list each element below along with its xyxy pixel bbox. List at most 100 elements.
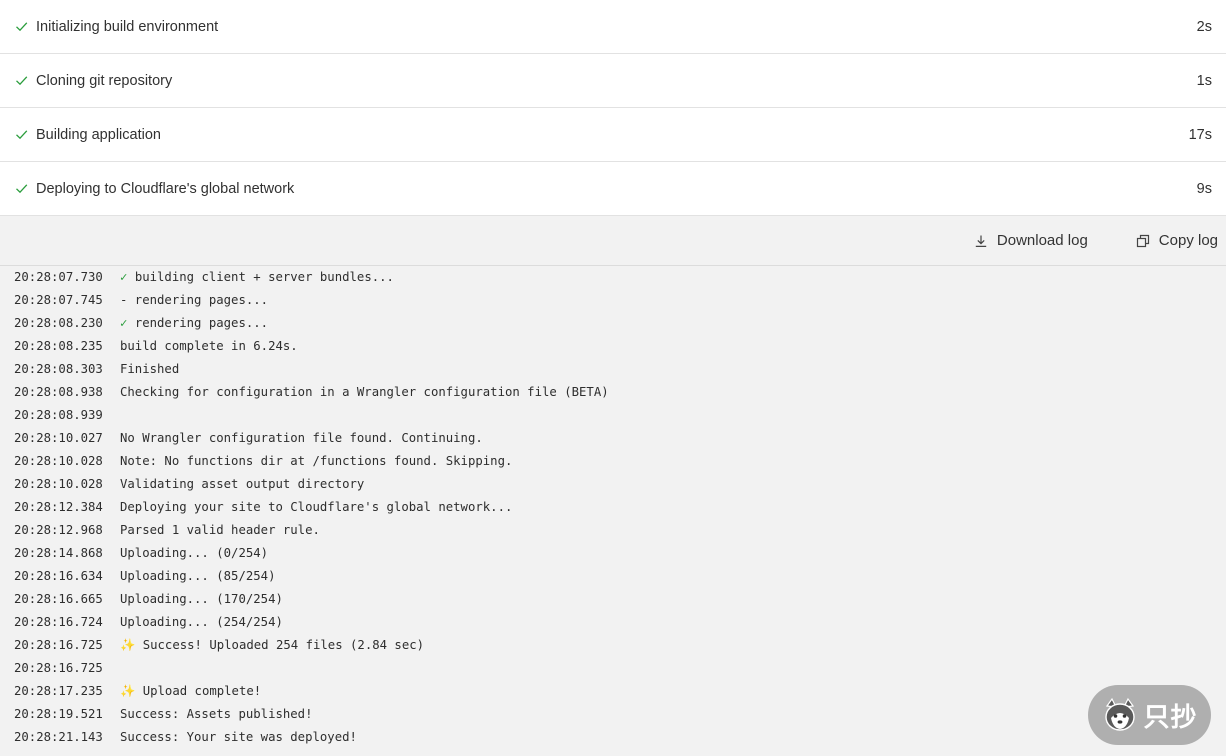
log-message-text: Finished — [120, 362, 180, 376]
log-message: Deploying your site to Cloudflare's glob… — [120, 496, 512, 519]
check-icon — [16, 130, 28, 140]
log-message-text: Success: Your site was deployed! — [120, 730, 357, 744]
log-lines: 20:28:07.730 ✓ building client + server b… — [0, 266, 1226, 749]
check-icon — [16, 22, 28, 32]
build-step-label: Building application — [36, 126, 161, 143]
log-line: 20:28:19.521 Success: Assets published! — [0, 703, 1226, 726]
check-icon — [16, 184, 28, 194]
build-step[interactable]: Building application 17s — [0, 108, 1226, 162]
build-steps-list: Initializing build environment 2s Clonin… — [0, 0, 1226, 216]
log-timestamp: 20:28:16.725 — [14, 661, 103, 675]
log-line: 20:28:08.938 Checking for configuration i… — [0, 381, 1226, 404]
build-step-duration: 2s — [1196, 18, 1212, 35]
log-message-text: building client + server bundles... — [134, 270, 394, 284]
build-step-duration: 1s — [1196, 72, 1212, 89]
log-message: - rendering pages... — [120, 289, 268, 312]
log-timestamp: 20:28:10.027 — [14, 431, 103, 445]
log-line: 20:28:10.028 Validating asset output dire… — [0, 473, 1226, 496]
log-line: 20:28:08.939 — [0, 404, 1226, 427]
log-message: ✓ rendering pages... — [120, 312, 268, 335]
copy-icon — [1136, 234, 1149, 247]
log-line: 20:28:10.027 No Wrangler configuration fi… — [0, 427, 1226, 450]
log-timestamp: 20:28:16.724 — [14, 615, 103, 629]
build-step[interactable]: Initializing build environment 2s — [0, 0, 1226, 54]
log-check-icon: ✓ — [120, 316, 135, 330]
log-check-icon: ✓ — [120, 270, 135, 284]
copy-log-button[interactable]: Copy log — [1136, 232, 1218, 249]
watermark-badge: 只抄 — [1088, 685, 1211, 745]
log-line: 20:28:17.235 ✨ Upload complete! — [0, 680, 1226, 703]
build-step[interactable]: Deploying to Cloudflare's global network… — [0, 162, 1226, 216]
log-timestamp: 20:28:08.939 — [14, 408, 103, 422]
log-message: build complete in 6.24s. — [120, 335, 298, 358]
watermark-text: 只抄 — [1143, 702, 1198, 733]
log-line: 20:28:10.028 Note: No functions dir at /f… — [0, 450, 1226, 473]
log-line: 20:28:16.725 ✨ Success! Uploaded 254 file… — [0, 634, 1226, 657]
log-timestamp: 20:28:08.230 — [14, 316, 103, 330]
log-line: 20:28:08.235 build complete in 6.24s. — [0, 335, 1226, 358]
log-message-text: Uploading... (0/254) — [120, 546, 269, 560]
log-timestamp: 20:28:07.745 — [14, 293, 103, 307]
log-message: Finished — [120, 358, 179, 381]
log-message-text: Success! Uploaded 254 files (2.84 sec) — [142, 638, 425, 652]
log-message-text: Uploading... (85/254) — [120, 569, 276, 583]
log-panel: Download log Copy log 20:28:07.730 ✓ buil… — [0, 216, 1226, 756]
log-message-text: Upload complete! — [142, 684, 262, 698]
check-icon — [16, 76, 28, 86]
download-icon — [975, 235, 987, 247]
log-timestamp: 20:28:08.303 — [14, 362, 103, 376]
log-message-text: Uploading... (254/254) — [120, 615, 283, 629]
log-message: ✨ Upload complete! — [120, 680, 261, 703]
log-line: 20:28:12.384 Deploying your site to Cloud… — [0, 496, 1226, 519]
log-timestamp: 20:28:16.725 — [14, 638, 103, 652]
build-step-left: Building application — [14, 127, 161, 143]
log-message-text: Validating asset output directory — [120, 477, 365, 491]
log-message: ✓ building client + server bundles... — [120, 266, 394, 289]
log-timestamp: 20:28:12.968 — [14, 523, 103, 537]
build-step-left: Deploying to Cloudflare's global network — [14, 181, 294, 197]
husky-icon — [1105, 697, 1136, 731]
log-timestamp: 20:28:21.143 — [14, 730, 103, 744]
build-step-label: Cloning git repository — [36, 72, 173, 89]
log-message: Checking for configuration in a Wrangler… — [120, 381, 609, 404]
build-step-label: Deploying to Cloudflare's global network — [36, 180, 295, 197]
log-message-text: Checking for configuration in a Wrangler… — [120, 385, 609, 399]
download-log-button[interactable]: Download log — [974, 232, 1088, 249]
log-sparkle-icon: ✨ — [120, 684, 143, 698]
log-line: 20:28:08.230 ✓ rendering pages... — [0, 312, 1226, 335]
log-message-text: Uploading... (170/254) — [120, 592, 283, 606]
log-message: Uploading... (85/254) — [120, 565, 275, 588]
log-message: ✨ Success! Uploaded 254 files (2.84 sec) — [120, 634, 424, 657]
log-timestamp: 20:28:19.521 — [14, 707, 103, 721]
build-step[interactable]: Cloning git repository 1s — [0, 54, 1226, 108]
build-step-label: Initializing build environment — [36, 18, 219, 35]
log-message: Success: Your site was deployed! — [120, 726, 357, 749]
log-line: 20:28:14.868 Uploading... (0/254) — [0, 542, 1226, 565]
log-message: No Wrangler configuration file found. Co… — [120, 427, 483, 450]
log-timestamp: 20:28:12.384 — [14, 500, 103, 514]
build-step-duration: 9s — [1196, 180, 1212, 197]
log-line: 20:28:16.725 — [0, 657, 1226, 680]
log-timestamp: 20:28:14.868 — [14, 546, 103, 560]
log-message-text: - rendering pages... — [120, 293, 269, 307]
log-message-text: Success: Assets published! — [120, 707, 313, 721]
log-message-text: Note: No functions dir at /functions fou… — [120, 454, 513, 468]
log-timestamp: 20:28:10.028 — [14, 477, 103, 491]
build-step-left: Cloning git repository — [14, 73, 172, 89]
log-line: 20:28:07.730 ✓ building client + server b… — [0, 266, 1226, 289]
log-line: 20:28:21.143 Success: Your site was deplo… — [0, 726, 1226, 749]
log-timestamp: 20:28:16.634 — [14, 569, 103, 583]
log-message-text: rendering pages... — [134, 316, 269, 330]
log-message-text: Deploying your site to Cloudflare's glob… — [120, 500, 513, 514]
build-step-duration: 17s — [1188, 126, 1212, 143]
copy-log-label: Copy log — [1158, 232, 1218, 249]
log-line: 20:28:16.724 Uploading... (254/254) — [0, 611, 1226, 634]
log-line: 20:28:16.634 Uploading... (85/254) — [0, 565, 1226, 588]
log-message: Uploading... (254/254) — [120, 611, 283, 634]
log-sparkle-icon: ✨ — [120, 638, 143, 652]
build-step-left: Initializing build environment — [14, 19, 218, 35]
log-timestamp: 20:28:10.028 — [14, 454, 103, 468]
log-message: Success: Assets published! — [120, 703, 313, 726]
log-message-text: Parsed 1 valid header rule. — [120, 523, 320, 537]
log-message-text: build complete in 6.24s. — [120, 339, 298, 353]
